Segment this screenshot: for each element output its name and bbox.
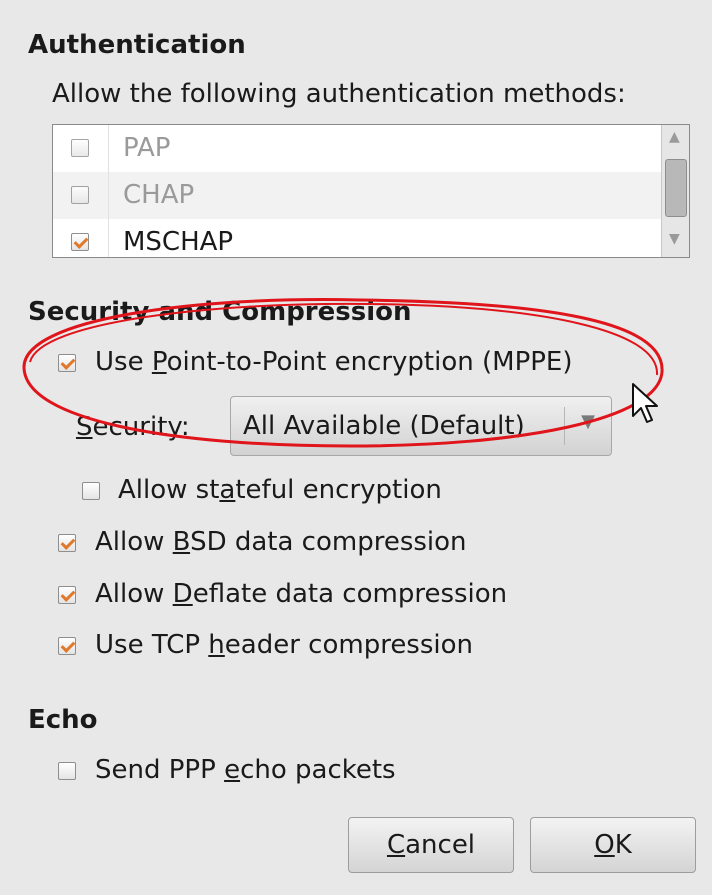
security-mnemonic: S	[76, 412, 93, 442]
column-divider	[108, 219, 109, 257]
column-divider	[108, 125, 109, 172]
ok-label-post: K	[614, 830, 632, 860]
pap-checkbox[interactable]	[71, 139, 89, 157]
echo-label-pre: Send PPP	[95, 755, 225, 785]
list-item[interactable]: MSCHAP	[53, 219, 661, 257]
deflate-label[interactable]: Allow Deflate data compression	[95, 579, 507, 609]
mppe-mnemonic: P	[151, 347, 167, 377]
stateful-mnemonic: a	[219, 475, 236, 505]
stateful-label[interactable]: Allow stateful encryption	[118, 475, 442, 505]
stateful-checkbox[interactable]	[82, 482, 100, 500]
mppe-label-post: oint-to-Point encryption (MPPE)	[166, 347, 573, 377]
mppe-label[interactable]: Use Point-to-Point encryption (MPPE)	[95, 347, 573, 377]
mschap-checkbox[interactable]	[71, 233, 89, 251]
tcp-label-pre: Use TCP	[95, 630, 209, 660]
cancel-mnemonic: C	[386, 830, 406, 860]
bsd-checkbox[interactable]	[58, 534, 76, 552]
chap-checkbox[interactable]	[71, 186, 89, 204]
ok-mnemonic: O	[594, 830, 615, 860]
bsd-label[interactable]: Allow BSD data compression	[95, 527, 467, 557]
stateful-label-pre: Allow st	[118, 475, 220, 505]
bsd-label-pre: Allow	[95, 527, 173, 557]
echo-label[interactable]: Send PPP echo packets	[95, 755, 396, 785]
scroll-up-arrow-icon[interactable]: ▲	[669, 129, 680, 145]
security-label-post: ecurity:	[92, 412, 190, 442]
tcp-label[interactable]: Use TCP header compression	[95, 630, 473, 660]
list-item[interactable]: CHAP	[53, 172, 661, 219]
tcp-checkbox[interactable]	[58, 637, 76, 655]
mouse-cursor-icon	[632, 383, 658, 423]
list-item[interactable]: PAP	[53, 125, 661, 172]
authentication-description: Allow the following authentication metho…	[52, 79, 626, 109]
auth-methods-list[interactable]: PAP CHAP MSCHAP ▲ ▼	[52, 124, 690, 258]
authentication-heading: Authentication	[28, 30, 246, 60]
pap-label: PAP	[123, 133, 171, 163]
scroll-thumb[interactable]	[665, 159, 687, 217]
cancel-button[interactable]: Cancel	[348, 817, 514, 873]
echo-heading: Echo	[28, 705, 98, 735]
column-divider	[108, 172, 109, 219]
mppe-checkbox[interactable]	[58, 354, 76, 372]
chap-label: CHAP	[123, 180, 195, 210]
chevron-down-icon[interactable]: ▼	[581, 411, 595, 432]
stateful-label-post: teful encryption	[235, 475, 442, 505]
deflate-checkbox[interactable]	[58, 586, 76, 604]
echo-label-post: cho packets	[240, 755, 396, 785]
deflate-mnemonic: D	[172, 579, 193, 609]
scroll-down-arrow-icon[interactable]: ▼	[669, 231, 680, 247]
tcp-label-post: eader compression	[224, 630, 474, 660]
tcp-mnemonic: h	[208, 630, 225, 660]
list-scrollbar[interactable]: ▲ ▼	[661, 125, 689, 257]
deflate-label-post: eflate data compression	[192, 579, 508, 609]
security-dropdown-value: All Available (Default)	[243, 411, 525, 441]
deflate-label-pre: Allow	[95, 579, 173, 609]
mschap-label: MSCHAP	[123, 227, 234, 257]
bsd-mnemonic: B	[172, 527, 191, 557]
echo-checkbox[interactable]	[58, 762, 76, 780]
cancel-label-post: ancel	[405, 830, 476, 860]
bsd-label-post: SD data compression	[190, 527, 467, 557]
security-label: Security:	[76, 412, 190, 442]
security-heading: Security and Compression	[28, 297, 412, 327]
security-dropdown[interactable]: All Available (Default) ▼	[230, 396, 612, 456]
mppe-label-pre: Use	[95, 347, 152, 377]
dropdown-divider	[564, 407, 565, 445]
echo-mnemonic: e	[224, 755, 241, 785]
ok-button[interactable]: OK	[530, 817, 696, 873]
